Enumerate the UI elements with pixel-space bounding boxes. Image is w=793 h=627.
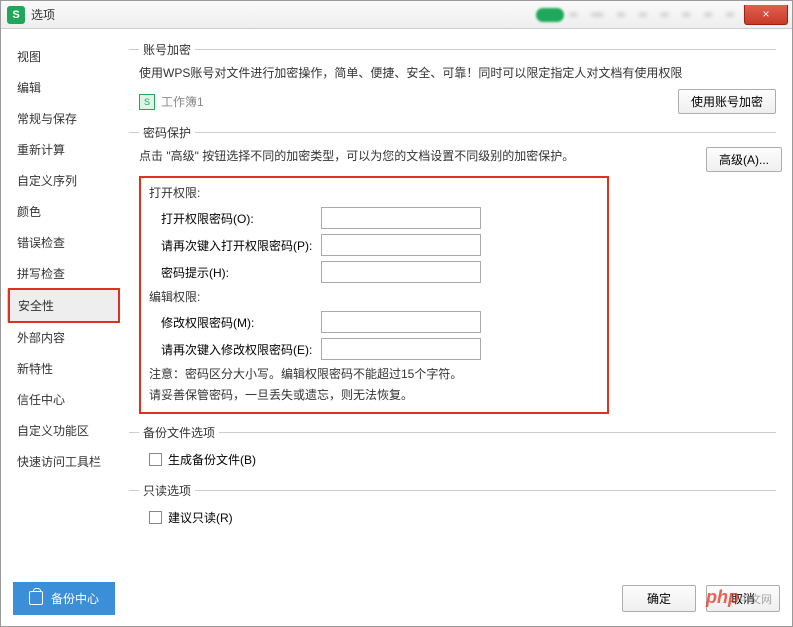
backup-center-label: 备份中心: [51, 590, 99, 607]
password-note-2: 请妥善保管密码，一旦丢失或遗忘，则无法恢复。: [149, 386, 599, 405]
generate-backup-checkbox[interactable]: [149, 453, 162, 466]
password-protect-group: 密码保护 点击 "高级" 按钮选择不同的加密类型，可以为您的文档设置不同级别的加…: [129, 124, 776, 415]
workbook-icon: S: [139, 94, 155, 110]
titlebar: S 选项 ▪▪▪▪▪▪▪▪▪▪▪▪▪▪▪▪▪ ×: [1, 1, 792, 29]
sidebar-item-trust-center[interactable]: 信任中心: [7, 384, 119, 415]
edit-password-confirm-input[interactable]: [321, 338, 481, 360]
account-encrypt-group: 账号加密 使用WPS账号对文件进行加密操作，简单、便捷、安全、可靠！同时可以限定…: [129, 41, 776, 116]
backup-options-group: 备份文件选项 生成备份文件(B): [129, 424, 776, 474]
edit-password-label: 修改权限密码(M):: [161, 314, 321, 331]
options-window: S 选项 ▪▪▪▪▪▪▪▪▪▪▪▪▪▪▪▪▪ × 视图 编辑 常规与保存 重新计…: [0, 0, 793, 627]
close-button[interactable]: ×: [744, 5, 788, 25]
edit-password-input[interactable]: [321, 311, 481, 333]
sidebar: 视图 编辑 常规与保存 重新计算 自定义序列 颜色 错误检查 拼写检查 安全性 …: [7, 35, 119, 564]
password-protect-legend: 密码保护: [139, 124, 195, 141]
dialog-body: 视图 编辑 常规与保存 重新计算 自定义序列 颜色 错误检查 拼写检查 安全性 …: [1, 29, 792, 570]
content-pane: 账号加密 使用WPS账号对文件进行加密操作，简单、便捷、安全、可靠！同时可以限定…: [119, 35, 786, 564]
edit-password-confirm-label: 请再次键入修改权限密码(E):: [161, 341, 321, 358]
suggest-readonly-label: 建议只读(R): [168, 509, 233, 526]
sidebar-item-external[interactable]: 外部内容: [7, 322, 119, 353]
password-hint-input[interactable]: [321, 261, 481, 283]
ok-button[interactable]: 确定: [622, 585, 696, 612]
readonly-group: 只读选项 建议只读(R): [129, 482, 776, 532]
sidebar-item-recalc[interactable]: 重新计算: [7, 134, 119, 165]
backup-icon: [29, 591, 43, 605]
sidebar-item-error-check[interactable]: 错误检查: [7, 227, 119, 258]
backup-options-legend: 备份文件选项: [139, 424, 219, 441]
sidebar-item-new-features[interactable]: 新特性: [7, 353, 119, 384]
open-password-confirm-input[interactable]: [321, 234, 481, 256]
password-hint-label: 密码提示(H):: [161, 264, 321, 281]
sidebar-item-view[interactable]: 视图: [7, 41, 119, 72]
sidebar-item-security[interactable]: 安全性: [7, 289, 119, 322]
sidebar-item-quick-access[interactable]: 快速访问工具栏: [7, 446, 119, 477]
sidebar-item-spell-check[interactable]: 拼写检查: [7, 258, 119, 289]
cancel-button[interactable]: 取消: [706, 585, 780, 612]
sidebar-item-general-save[interactable]: 常规与保存: [7, 103, 119, 134]
account-encrypt-legend: 账号加密: [139, 41, 195, 58]
sidebar-item-edit[interactable]: 编辑: [7, 72, 119, 103]
open-password-confirm-label: 请再次键入打开权限密码(P):: [161, 237, 321, 254]
footer: 备份中心 确定 取消 php中文网: [1, 570, 792, 626]
password-note-1: 注意：密码区分大小写。编辑权限密码不能超过15个字符。: [149, 365, 599, 384]
use-account-encrypt-button[interactable]: 使用账号加密: [678, 89, 776, 114]
workbook-name: 工作簿1: [161, 93, 672, 110]
blurred-menu: ▪▪▪▪▪▪▪▪▪▪▪▪▪▪▪▪▪: [570, 9, 734, 21]
account-encrypt-desc: 使用WPS账号对文件进行加密操作，简单、便捷、安全、可靠！同时可以限定指定人对文…: [139, 64, 776, 83]
open-password-label: 打开权限密码(O):: [161, 210, 321, 227]
advanced-button[interactable]: 高级(A)...: [706, 147, 782, 172]
sidebar-item-color[interactable]: 颜色: [7, 196, 119, 227]
password-highlight-box: 打开权限: 打开权限密码(O): 请再次键入打开权限密码(P): 密码提示(H)…: [139, 176, 609, 413]
edit-permission-label: 编辑权限:: [149, 288, 599, 305]
generate-backup-label: 生成备份文件(B): [168, 451, 256, 468]
close-icon: ×: [762, 7, 769, 21]
blur-pill: [536, 8, 564, 22]
window-title: 选项: [31, 6, 536, 23]
suggest-readonly-checkbox[interactable]: [149, 511, 162, 524]
backup-center-button[interactable]: 备份中心: [13, 582, 115, 615]
sidebar-item-custom-ribbon[interactable]: 自定义功能区: [7, 415, 119, 446]
app-logo-icon: S: [7, 6, 25, 24]
sidebar-item-custom-list[interactable]: 自定义序列: [7, 165, 119, 196]
open-password-input[interactable]: [321, 207, 481, 229]
open-permission-label: 打开权限:: [149, 184, 599, 201]
readonly-legend: 只读选项: [139, 482, 195, 499]
password-protect-desc: 点击 "高级" 按钮选择不同的加密类型，可以为您的文档设置不同级别的加密保护。: [139, 147, 696, 166]
